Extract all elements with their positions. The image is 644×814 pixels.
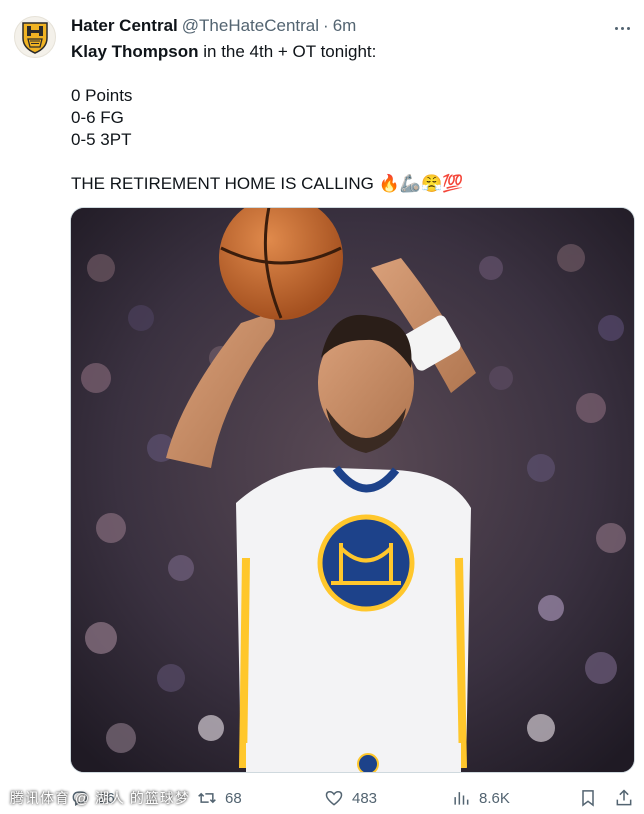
- tweet[interactable]: Hater Central @TheHateCentral · 6m Klay …: [0, 0, 644, 814]
- stat-3pt: 0-5 3PT: [71, 130, 132, 149]
- share-button[interactable]: [614, 786, 634, 810]
- bookmark-icon: [582, 790, 594, 807]
- tweet-photo[interactable]: [70, 207, 635, 773]
- more-dot-icon: [614, 26, 618, 30]
- closing-line: THE RETIREMENT HOME IS CALLING 🔥🦾😤💯: [71, 173, 624, 195]
- tweet-header: Hater Central @TheHateCentral · 6m: [71, 16, 604, 38]
- tweet-text: Klay Thompson in the 4th + OT tonight: 0…: [71, 41, 624, 195]
- views-count: 8.6K: [479, 789, 510, 807]
- warriors-logo-icon: [317, 514, 415, 612]
- intro-rest: in the 4th + OT tonight:: [198, 42, 377, 61]
- player-name[interactable]: Klay Thompson: [71, 42, 199, 61]
- heart-icon: [325, 790, 343, 806]
- retweet-icon: [198, 792, 216, 804]
- views-button[interactable]: 8.6K: [451, 786, 510, 810]
- views-chart-icon: [454, 792, 469, 805]
- bookmark-button[interactable]: [578, 786, 598, 810]
- shield-logo-icon: [22, 22, 48, 54]
- more-dot-icon: [620, 26, 624, 30]
- timestamp[interactable]: 6m: [333, 16, 357, 36]
- retweet-count: 68: [225, 789, 242, 807]
- display-name[interactable]: Hater Central: [71, 16, 178, 36]
- retweet-button[interactable]: 68: [197, 786, 242, 810]
- stat-fg: 0-6 FG: [71, 108, 124, 127]
- avatar[interactable]: [14, 16, 56, 58]
- more-dot-icon: [626, 26, 630, 30]
- separator-dot: ·: [323, 16, 329, 35]
- like-count: 483: [352, 789, 378, 807]
- share-icon: [616, 789, 632, 806]
- basketball-player-photo: [71, 208, 634, 772]
- watermark-text: 腾讯体育 @ 湖人 的篮球梦: [10, 790, 190, 806]
- more-options-button[interactable]: [610, 18, 634, 38]
- emoji-sequence: 🔥🦾😤💯: [378, 174, 464, 193]
- jersey: [236, 467, 471, 768]
- closing-text: THE RETIREMENT HOME IS CALLING: [71, 174, 374, 193]
- like-button[interactable]: 483: [324, 786, 377, 810]
- user-handle[interactable]: @TheHateCentral: [182, 16, 319, 36]
- stat-points: 0 Points: [71, 86, 133, 105]
- intro-line: Klay Thompson in the 4th + OT tonight:: [71, 41, 624, 63]
